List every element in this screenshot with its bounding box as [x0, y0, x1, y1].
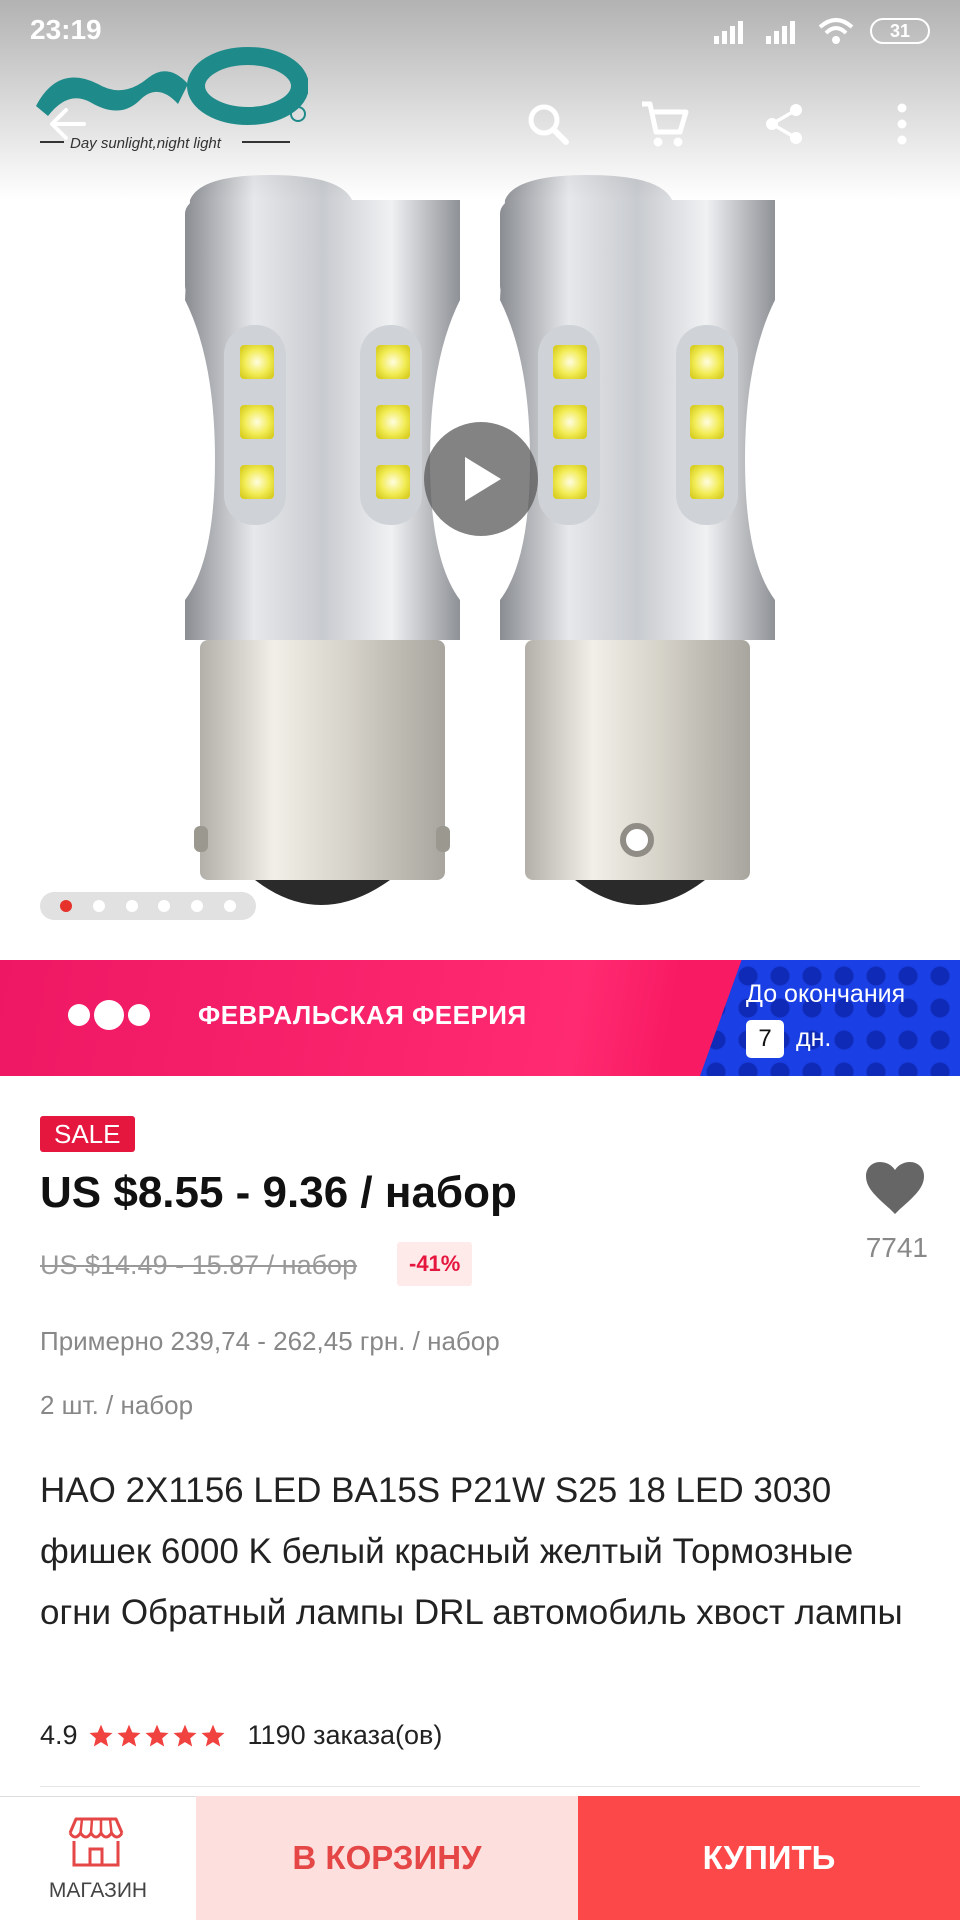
- gallery-dot[interactable]: [223, 900, 236, 912]
- back-button[interactable]: [40, 96, 96, 152]
- discount-badge: -41%: [397, 1242, 473, 1286]
- add-to-cart-button[interactable]: В КОРЗИНУ: [196, 1796, 578, 1920]
- cart-icon: [642, 101, 689, 147]
- rating-row[interactable]: 4.9 1190 заказа(ов): [40, 1720, 442, 1751]
- play-video-button[interactable]: [424, 422, 538, 536]
- gallery-dot[interactable]: [125, 900, 138, 912]
- promo-days-count: 7: [746, 1020, 784, 1058]
- signal-icon: [714, 21, 743, 44]
- current-price: US $8.55 - 9.36 / набор: [40, 1168, 517, 1217]
- gallery-dot[interactable]: [158, 900, 171, 912]
- heart-icon[interactable]: [864, 1160, 926, 1216]
- search-button[interactable]: [520, 96, 576, 152]
- star-icon: [145, 1724, 169, 1747]
- share-button[interactable]: [756, 96, 812, 152]
- store-icon: [68, 1817, 124, 1867]
- star-icon: [173, 1724, 197, 1747]
- store-label: МАГАЗИН: [48, 1879, 148, 1902]
- gallery-dot[interactable]: [190, 900, 203, 912]
- promo-countdown-panel: [700, 960, 960, 1076]
- promo-title: ФЕВРАЛЬСКАЯ ФЕЕРИЯ: [198, 1000, 527, 1030]
- sale-badge: SALE: [40, 1116, 135, 1152]
- gallery-dot[interactable]: [92, 900, 105, 912]
- search-icon: [528, 104, 569, 145]
- product-title: HAO 2X1156 LED BA15S P21W S25 18 LED 303…: [40, 1471, 903, 1632]
- star-icon: [89, 1724, 113, 1747]
- more-button[interactable]: [874, 96, 930, 152]
- store-button[interactable]: МАГАЗИН: [0, 1796, 196, 1920]
- rating-value: 4.9: [40, 1720, 78, 1750]
- status-icons: 31: [714, 16, 930, 46]
- original-price: US $14.49 - 15.87 / набор: [40, 1250, 358, 1280]
- clock: 23:19: [30, 14, 102, 45]
- play-icon: [465, 457, 501, 501]
- approx-local-price: Примерно 239,74 - 262,45 грн. / набор: [40, 1326, 500, 1356]
- buy-now-button[interactable]: КУПИТЬ: [578, 1796, 960, 1920]
- product-image-gallery[interactable]: 23:19 31 Day sunlight,night light: [0, 0, 960, 960]
- back-arrow-icon: [50, 108, 86, 140]
- promo-days-unit: дн.: [796, 1024, 832, 1052]
- gallery-dot[interactable]: [60, 900, 73, 912]
- wishlist-count: 7741: [865, 1232, 928, 1263]
- pack-info: 2 шт. / набор: [40, 1390, 194, 1420]
- star-icon: [117, 1724, 141, 1747]
- cart-button[interactable]: [636, 96, 692, 152]
- promo-banner[interactable]: ФЕВРАЛЬСКАЯ ФЕЕРИЯ До окончания 7 дн.: [0, 960, 960, 1076]
- promo-logo-icon: [68, 1000, 150, 1030]
- orders-count: 1190 заказа(ов): [247, 1720, 443, 1750]
- gallery-pagination: [40, 892, 256, 920]
- promo-countdown-label: До окончания: [746, 980, 906, 1008]
- wifi-icon: [818, 18, 854, 44]
- more-vertical-icon: [897, 103, 907, 145]
- share-icon: [766, 104, 802, 144]
- star-icon: [201, 1724, 225, 1747]
- battery-indicator: 31: [870, 18, 930, 44]
- signal-icon: [766, 21, 795, 44]
- rating-stars: [88, 1723, 226, 1749]
- bottom-action-bar: МАГАЗИН В КОРЗИНУ КУПИТЬ: [0, 1796, 960, 1920]
- divider: [40, 1786, 920, 1787]
